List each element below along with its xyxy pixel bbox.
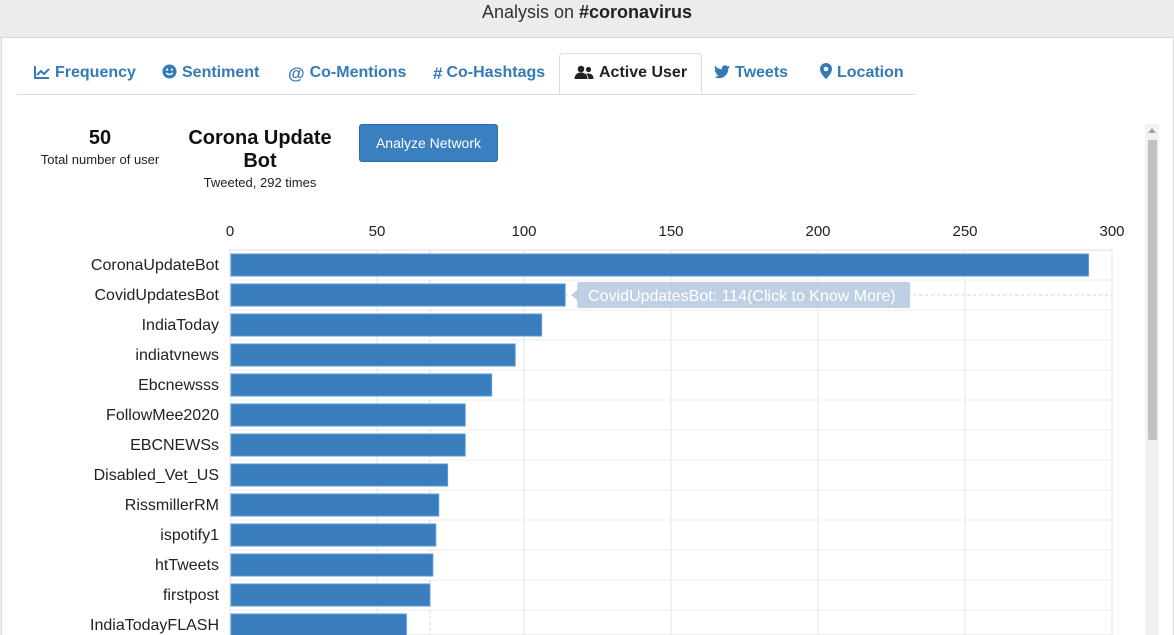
bar[interactable] [230,613,407,635]
scrollbar-thumb[interactable] [1148,140,1157,440]
y-category-label: RissmillerRM [125,497,219,514]
page-header: Analysis on #coronavirus [0,0,1174,38]
x-tick-label: 250 [952,223,977,240]
tab-label: Sentiment [182,64,260,81]
x-tick-label: 50 [369,223,386,240]
x-tick-label: 100 [511,223,536,240]
bar[interactable] [230,283,566,307]
top-user-name: Corona Update Bot [188,127,332,172]
bar[interactable] [230,463,449,487]
total-users-label: Total number of user [40,152,160,167]
y-category-label: CoronaUpdateBot [91,257,220,274]
tab-location[interactable]: Location [820,53,904,93]
tab-tweets[interactable]: Tweets [714,53,788,93]
tab-active-user[interactable]: Active User [559,53,703,94]
twitter-icon [714,55,730,95]
bar[interactable] [230,433,466,457]
hashtag-icon: # [433,64,443,83]
y-category-label: htTweets [155,557,219,574]
tab-label: Frequency [55,64,136,81]
y-category-label: IndiaTodayFLASH [90,617,219,634]
y-category-label: EBCNEWSs [130,437,219,454]
tab-sentiment[interactable]: Sentiment [162,53,259,93]
map-marker-icon [820,55,832,95]
bar[interactable] [230,253,1089,277]
bar[interactable] [230,523,437,547]
bar[interactable] [230,553,434,577]
bar[interactable] [230,313,543,337]
active-user-bar-chart: 0 50 100 150 200 250 300 CoronaUpdateBot CovidUp… [90,223,1125,635]
page-title-prefix: Analysis on [481,2,574,22]
y-category-label: CovidUpdatesBot [94,287,219,304]
bar[interactable] [230,493,440,517]
top-user-stat: Corona Update Bot Tweeted, 292 times [170,127,350,190]
line-chart-icon [34,55,50,95]
tab-bar: Frequency Sentiment @ Co-Mentions # Co-Has… [17,53,916,95]
y-category-label: indiatvnews [135,347,219,364]
x-tick-label: 150 [658,223,683,240]
tab-frequency[interactable]: Frequency [34,53,136,93]
y-category-label: Disabled_Vet_US [94,467,219,484]
y-category-label: firstpost [163,587,220,604]
main-panel: Frequency Sentiment @ Co-Mentions # Co-Has… [1,38,1174,635]
tab-label: Co-Mentions [309,64,407,81]
scrollbar[interactable] [1145,124,1159,635]
tab-co-mentions[interactable]: @ Co-Mentions [288,53,406,93]
tab-label: Location [837,64,904,81]
tooltip-text[interactable]: CovidUpdatesBot: 114(Click to Know More) [588,288,895,305]
tab-label: Co-Hashtags [446,64,546,81]
tab-label: Active User [599,64,688,81]
bar[interactable] [230,343,516,367]
x-tick-label: 300 [1099,223,1124,240]
tab-co-hashtags[interactable]: # Co-Hashtags [433,53,545,93]
total-users-count: 50 [88,127,112,149]
y-category-label: ispotify1 [160,527,219,544]
y-category-label: Ebcnewsss [138,377,219,394]
top-user-label: Tweeted, 292 times [203,175,317,190]
smile-icon [162,55,177,95]
x-tick-label: 200 [805,223,830,240]
bar[interactable] [230,583,431,607]
scroll-up-arrow-icon[interactable] [1148,128,1156,133]
at-icon: @ [288,64,305,83]
page-title-hashtag: #coronavirus [579,2,693,22]
bar[interactable] [230,373,493,397]
total-users-stat: 50 Total number of user [35,127,165,167]
users-icon [574,56,594,94]
analyze-network-button[interactable]: Analyze Network [359,124,498,162]
bar[interactable] [230,403,466,427]
x-tick-label: 0 [226,223,234,240]
tab-label: Tweets [735,64,789,81]
y-category-label: IndiaToday [142,317,219,334]
y-category-label: FollowMee2020 [106,407,219,424]
